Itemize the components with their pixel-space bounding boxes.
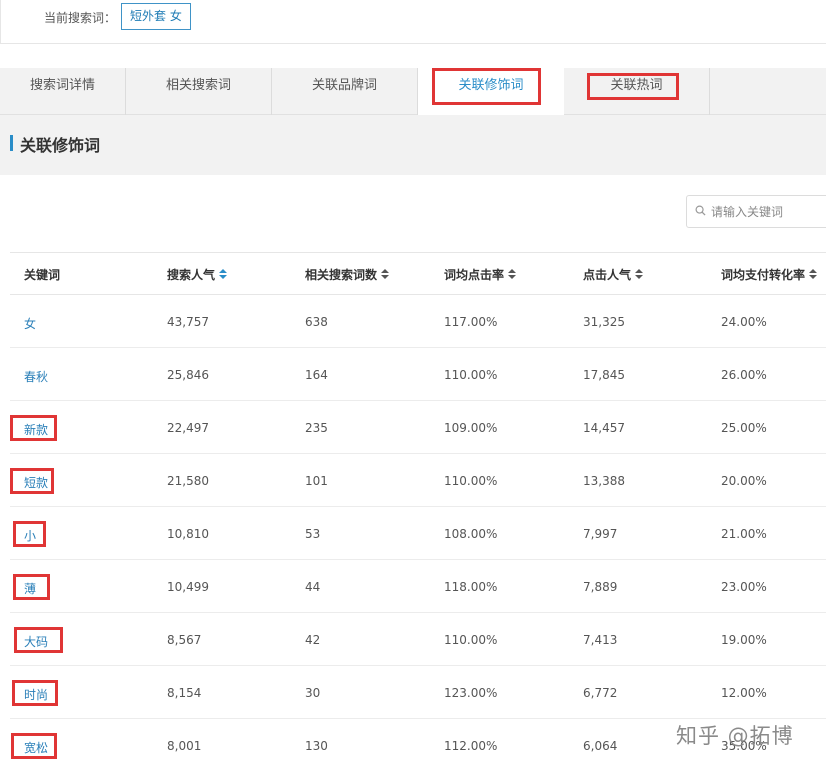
related-term-count: 44 bbox=[305, 580, 321, 594]
tab-label: 搜索词详情 bbox=[29, 78, 95, 93]
avg-click-rate: 110.00% bbox=[444, 633, 498, 647]
avg-pay-conversion: 12.00% bbox=[721, 686, 767, 700]
section-accent-bar bbox=[10, 135, 13, 151]
tab-search-term-details[interactable]: 搜索词详情 bbox=[0, 68, 126, 115]
column-header-avg-click-rate[interactable]: 词均点击率 bbox=[444, 266, 517, 283]
search-icon bbox=[695, 205, 706, 216]
avg-pay-conversion: 24.00% bbox=[721, 315, 767, 329]
click-popularity: 14,457 bbox=[583, 421, 625, 435]
related-term-count: 235 bbox=[305, 421, 328, 435]
search-popularity: 8,567 bbox=[167, 633, 202, 647]
keyword-link[interactable]: 女 bbox=[24, 315, 36, 332]
table-row: 大码 8,567 42 110.00% 7,413 19.00% bbox=[10, 613, 826, 666]
current-search-bar: 当前搜索词： 短外套 女 bbox=[0, 0, 826, 44]
keyword-search-input[interactable] bbox=[711, 200, 826, 223]
related-term-count: 30 bbox=[305, 686, 321, 700]
keyword-link[interactable]: 时尚 bbox=[24, 686, 48, 703]
keyword-link[interactable]: 短款 bbox=[24, 474, 48, 491]
tab-label: 关联品牌词 bbox=[311, 78, 377, 93]
search-popularity: 10,810 bbox=[167, 527, 209, 541]
search-popularity: 25,846 bbox=[167, 368, 209, 382]
related-term-count: 130 bbox=[305, 739, 328, 753]
column-header-search-popularity[interactable]: 搜索人气 bbox=[167, 266, 228, 283]
avg-click-rate: 118.00% bbox=[444, 580, 498, 594]
table-header: 关键词 搜索人气 相关搜索词数 词均点击率 点击人气 词均支付转化率 bbox=[10, 252, 826, 295]
column-header-click-popularity[interactable]: 点击人气 bbox=[583, 266, 644, 283]
column-header-related-term-count[interactable]: 相关搜索词数 bbox=[305, 266, 390, 283]
sort-icon[interactable] bbox=[381, 269, 390, 280]
table-row: 小 10,810 53 108.00% 7,997 21.00% bbox=[10, 507, 826, 560]
related-term-count: 101 bbox=[305, 474, 328, 488]
table-row: 新款 22,497 235 109.00% 14,457 25.00% bbox=[10, 401, 826, 454]
avg-click-rate: 112.00% bbox=[444, 739, 498, 753]
tab-related-search-terms[interactable]: 相关搜索词 bbox=[126, 68, 272, 115]
avg-click-rate: 110.00% bbox=[444, 474, 498, 488]
table-row: 薄 10,499 44 118.00% 7,889 23.00% bbox=[10, 560, 826, 613]
column-header-avg-pay-conversion[interactable]: 词均支付转化率 bbox=[721, 266, 818, 283]
related-term-count: 53 bbox=[305, 527, 321, 541]
avg-click-rate: 109.00% bbox=[444, 421, 498, 435]
related-term-count: 638 bbox=[305, 315, 328, 329]
section-title: 关联修饰词 bbox=[20, 136, 101, 155]
zhihu-watermark: 知乎 @拓博 bbox=[676, 724, 794, 748]
table-row: 时尚 8,154 30 123.00% 6,772 12.00% bbox=[10, 666, 826, 719]
avg-pay-conversion: 26.00% bbox=[721, 368, 767, 382]
keyword-search-box bbox=[686, 195, 826, 228]
search-popularity: 8,154 bbox=[167, 686, 202, 700]
click-popularity: 7,413 bbox=[583, 633, 618, 647]
keyword-link[interactable]: 大码 bbox=[24, 633, 48, 650]
modifier-terms-table: 关键词 搜索人气 相关搜索词数 词均点击率 点击人气 词均支付转化率 女 43,… bbox=[10, 252, 826, 766]
click-popularity: 7,997 bbox=[583, 527, 618, 541]
current-search-term-tag[interactable]: 短外套 女 bbox=[121, 3, 191, 30]
click-popularity: 31,325 bbox=[583, 315, 625, 329]
highlight-box-hot-terms-tab bbox=[587, 73, 679, 100]
sort-icon[interactable] bbox=[809, 269, 818, 280]
sort-icon[interactable] bbox=[508, 269, 517, 280]
click-popularity: 7,889 bbox=[583, 580, 618, 594]
sort-icon[interactable] bbox=[635, 269, 644, 280]
search-popularity: 21,580 bbox=[167, 474, 209, 488]
avg-pay-conversion: 20.00% bbox=[721, 474, 767, 488]
current-search-label: 当前搜索词： bbox=[44, 11, 117, 25]
search-popularity: 8,001 bbox=[167, 739, 202, 753]
table-row: 女 43,757 638 117.00% 31,325 24.00% bbox=[10, 295, 826, 348]
highlight-box-active-tab bbox=[432, 68, 541, 105]
table-row: 短款 21,580 101 110.00% 13,388 20.00% bbox=[10, 454, 826, 507]
search-popularity: 10,499 bbox=[167, 580, 209, 594]
section-header: 关联修饰词 bbox=[0, 115, 826, 175]
avg-click-rate: 123.00% bbox=[444, 686, 498, 700]
keyword-link[interactable]: 小 bbox=[24, 527, 36, 544]
avg-pay-conversion: 21.00% bbox=[721, 527, 767, 541]
avg-click-rate: 117.00% bbox=[444, 315, 498, 329]
search-popularity: 22,497 bbox=[167, 421, 209, 435]
tab-label: 相关搜索词 bbox=[165, 78, 231, 93]
avg-pay-conversion: 23.00% bbox=[721, 580, 767, 594]
click-popularity: 13,388 bbox=[583, 474, 625, 488]
related-term-count: 164 bbox=[305, 368, 328, 382]
click-popularity: 6,064 bbox=[583, 739, 618, 753]
click-popularity: 6,772 bbox=[583, 686, 618, 700]
avg-pay-conversion: 25.00% bbox=[721, 421, 767, 435]
avg-click-rate: 110.00% bbox=[444, 368, 498, 382]
related-term-count: 42 bbox=[305, 633, 321, 647]
sort-icon[interactable] bbox=[219, 269, 228, 280]
table-row: 春秋 25,846 164 110.00% 17,845 26.00% bbox=[10, 348, 826, 401]
column-header-keyword: 关键词 bbox=[24, 268, 61, 282]
keyword-link[interactable]: 薄 bbox=[24, 580, 36, 597]
keyword-link[interactable]: 春秋 bbox=[24, 368, 48, 385]
avg-pay-conversion: 19.00% bbox=[721, 633, 767, 647]
spacer bbox=[0, 44, 826, 68]
keyword-link[interactable]: 宽松 bbox=[24, 739, 48, 756]
avg-click-rate: 108.00% bbox=[444, 527, 498, 541]
tab-bar: 搜索词详情 相关搜索词 关联品牌词 关联修饰词 关联热词 bbox=[0, 68, 826, 116]
click-popularity: 17,845 bbox=[583, 368, 625, 382]
keyword-link[interactable]: 新款 bbox=[24, 421, 48, 438]
tab-related-brand-terms[interactable]: 关联品牌词 bbox=[272, 68, 418, 115]
search-popularity: 43,757 bbox=[167, 315, 209, 329]
